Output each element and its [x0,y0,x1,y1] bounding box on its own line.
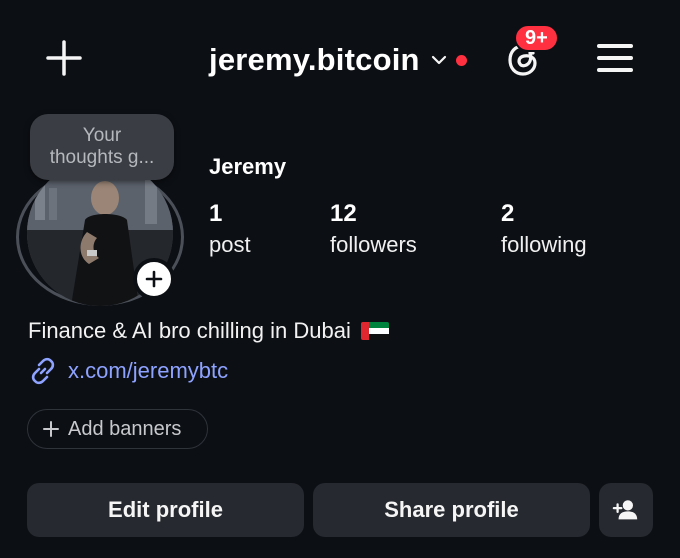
following-label: following [501,232,587,257]
posts-stat[interactable]: 1 post [209,200,251,260]
posts-count: 1 [209,200,223,227]
profile-link[interactable]: x.com/jeremybtc [28,356,228,386]
discover-people-button[interactable] [599,483,653,537]
following-stat[interactable]: 2 following [501,200,587,260]
plus-icon [43,421,59,437]
unread-dot [455,54,467,66]
followers-label: followers [330,232,417,257]
note-bubble[interactable]: Your thoughts g... [30,114,174,180]
note-line-1: Your [82,125,122,146]
account-switcher[interactable]: jeremy.bitcoin [209,40,467,80]
link-icon [31,357,55,385]
profile-screen: jeremy.bitcoin 9+ Your thoughts g... Jer… [0,0,680,558]
add-story-button[interactable] [133,258,175,300]
followers-count: 12 [330,200,357,227]
add-person-icon [612,500,638,520]
link-text[interactable]: x.com/jeremybtc [68,358,228,384]
hamburger-menu-icon[interactable] [597,41,635,73]
following-count: 2 [501,200,515,227]
chevron-down-icon[interactable] [430,51,448,69]
add-banners-label: Add banners [68,417,182,440]
share-profile-label: Share profile [384,497,519,522]
bio: Finance & AI bro chilling in Dubai [28,318,389,344]
edit-profile-button[interactable]: Edit profile [27,483,304,537]
display-name: Jeremy [209,154,287,179]
posts-label: post [209,232,251,257]
share-profile-button[interactable]: Share profile [313,483,590,537]
username[interactable]: jeremy.bitcoin [209,42,420,78]
new-post-plus-icon[interactable] [44,38,84,78]
add-banners-button[interactable]: Add banners [27,409,208,449]
notification-badge: 9+ [514,24,559,52]
plus-icon [145,270,163,288]
note-line-2: thoughts g... [49,147,155,168]
followers-stat[interactable]: 12 followers [330,200,417,260]
bio-text: Finance & AI bro chilling in Dubai [28,318,351,343]
edit-profile-label: Edit profile [108,497,223,522]
uae-flag-icon [360,322,389,340]
